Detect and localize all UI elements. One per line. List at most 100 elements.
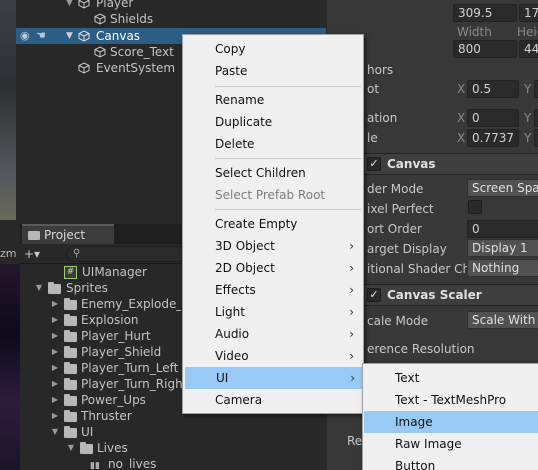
- menu-item-3d-object[interactable]: 3D Object ›: [184, 235, 362, 257]
- shader-channels-dropdown[interactable]: Nothing: [467, 259, 538, 277]
- menu-item-copy[interactable]: Copy: [184, 38, 362, 60]
- height-label: Heig: [517, 25, 538, 39]
- pixel-perfect-checkbox[interactable]: [468, 200, 482, 214]
- collapse-arrow-icon[interactable]: ▶: [50, 315, 60, 325]
- menu-item-select-children[interactable]: Select Children: [184, 162, 362, 184]
- scale-y-label: Y: [524, 131, 532, 145]
- menu-item-create-empty[interactable]: Create Empty: [184, 213, 362, 235]
- game-view[interactable]: [0, 244, 20, 470]
- hierarchy-item-label: Player: [96, 0, 134, 10]
- menu-separator: [215, 209, 361, 210]
- submenu-arrow-icon: ›: [349, 349, 354, 363]
- menu-item-audio[interactable]: Audio ›: [184, 323, 362, 345]
- expand-arrow-icon[interactable]: ▼: [66, 28, 73, 44]
- submenu-item-text-meshpro[interactable]: Text - TextMeshPro: [364, 389, 538, 411]
- visibility-eye-icon[interactable]: ◉: [20, 28, 30, 44]
- menu-item-light[interactable]: Light ›: [184, 301, 362, 323]
- height-field[interactable]: 449: [519, 40, 538, 58]
- canvas-scaler-header-label: Canvas Scaler: [387, 288, 482, 302]
- folder-icon: [64, 330, 77, 342]
- render-mode-label: der Mode: [367, 182, 424, 196]
- canvas-enabled-checkbox[interactable]: ✓: [367, 157, 381, 171]
- scene-view[interactable]: [0, 0, 16, 220]
- pivot-x-label: X: [457, 82, 466, 96]
- submenu-item-text[interactable]: Text: [364, 367, 538, 389]
- expand-arrow-icon[interactable]: ▼: [66, 0, 73, 11]
- menu-item-2d-object[interactable]: 2D Object ›: [184, 257, 362, 279]
- submenu-item-button[interactable]: Button: [364, 455, 538, 470]
- list-item-label: Lives: [97, 441, 128, 455]
- expand-arrow-icon[interactable]: ▼: [66, 443, 76, 453]
- pickable-hand-icon[interactable]: ☚: [36, 28, 46, 44]
- list-item-label: Explosion: [81, 313, 139, 327]
- menu-item-video[interactable]: Video ›: [184, 345, 362, 367]
- collapse-arrow-icon[interactable]: ▶: [50, 411, 60, 421]
- tab-project[interactable]: Project: [22, 224, 114, 244]
- folder-icon: [64, 426, 77, 438]
- folder-icon: [64, 394, 77, 406]
- pos-x-field[interactable]: 309.5: [453, 4, 517, 22]
- gameobject-icon: [94, 13, 106, 25]
- submenu-item-raw-image[interactable]: Raw Image: [364, 433, 538, 455]
- menu-item-delete[interactable]: Delete: [184, 133, 362, 155]
- scene-tab-label[interactable]: zm: [0, 244, 20, 264]
- pivot-label: ot: [367, 82, 380, 96]
- hierarchy-item-player[interactable]: ▼ Player: [16, 0, 326, 11]
- scale-x-label: X: [457, 131, 466, 145]
- list-item[interactable]: ▼ Lives: [20, 440, 326, 456]
- expand-arrow-icon[interactable]: ▼: [34, 283, 44, 293]
- ui-scale-mode-dropdown[interactable]: Scale With S: [467, 311, 538, 329]
- collapse-arrow-icon[interactable]: ▶: [50, 331, 60, 341]
- scale-x-field[interactable]: 0.7737: [467, 129, 519, 147]
- collapse-arrow-icon[interactable]: ▶: [50, 379, 60, 389]
- width-field[interactable]: 800: [453, 40, 517, 58]
- rotation-y-field[interactable]: 0: [534, 109, 538, 127]
- create-add-button[interactable]: +▾: [24, 246, 54, 262]
- menu-separator: [215, 86, 361, 87]
- menu-item-camera[interactable]: Camera: [184, 389, 362, 411]
- collapse-arrow-icon[interactable]: ▶: [50, 347, 60, 357]
- rotation-label: ation: [367, 111, 398, 125]
- list-item-label: UI: [81, 425, 94, 439]
- hierarchy-item-shields[interactable]: Shields: [16, 11, 326, 27]
- script-icon: #: [64, 266, 77, 279]
- expand-arrow-icon[interactable]: ▼: [50, 427, 60, 437]
- menu-item-paste[interactable]: Paste: [184, 60, 362, 82]
- folder-icon: [64, 410, 77, 422]
- folder-icon: [64, 346, 77, 358]
- menu-item-effects[interactable]: Effects ›: [184, 279, 362, 301]
- additional-shader-channels-label: itional Shader Ch: [367, 262, 467, 276]
- sort-order-label: ort Order: [367, 222, 422, 236]
- scale-y-field[interactable]: 0: [534, 129, 538, 147]
- canvas-scaler-enabled-checkbox[interactable]: ✓: [367, 288, 381, 302]
- list-item-label: Power_Ups: [81, 393, 146, 407]
- collapse-arrow-icon[interactable]: ▶: [50, 395, 60, 405]
- list-item[interactable]: ▮▮ no_lives: [20, 456, 326, 470]
- submenu-arrow-icon: ›: [349, 327, 354, 341]
- menu-item-ui[interactable]: UI ›: [185, 367, 363, 389]
- submenu-arrow-icon: ›: [349, 239, 354, 253]
- menu-item-duplicate[interactable]: Duplicate: [184, 111, 362, 133]
- list-item[interactable]: ▼ UI: [20, 424, 326, 440]
- anchors-label[interactable]: hors: [367, 62, 393, 78]
- folder-icon: [64, 362, 77, 374]
- collapse-arrow-icon[interactable]: ▶: [50, 299, 60, 309]
- pivot-y-label: Y: [524, 82, 532, 96]
- hierarchy-item-label: EventSystem: [96, 61, 176, 75]
- pivot-y-field[interactable]: 0: [534, 80, 538, 98]
- hierarchy-item-label: Shields: [110, 12, 154, 26]
- rotation-x-field[interactable]: 0: [467, 109, 519, 127]
- project-tab-label: Project: [44, 228, 86, 242]
- submenu-item-image[interactable]: Image: [364, 411, 538, 433]
- target-display-dropdown[interactable]: Display 1: [467, 239, 538, 257]
- sort-order-field[interactable]: 0: [467, 220, 538, 238]
- ui-scale-mode-label: cale Mode: [367, 314, 429, 328]
- gameobject-icon: [78, 62, 90, 74]
- render-mode-dropdown[interactable]: Screen Spac: [467, 179, 538, 197]
- pos-y-field[interactable]: 174: [519, 4, 538, 22]
- pivot-x-field[interactable]: 0.5: [467, 80, 519, 98]
- menu-item-rename[interactable]: Rename: [184, 89, 362, 111]
- submenu-arrow-icon: ›: [350, 371, 355, 385]
- collapse-arrow-icon[interactable]: ▶: [50, 363, 60, 373]
- folder-icon: [48, 282, 61, 294]
